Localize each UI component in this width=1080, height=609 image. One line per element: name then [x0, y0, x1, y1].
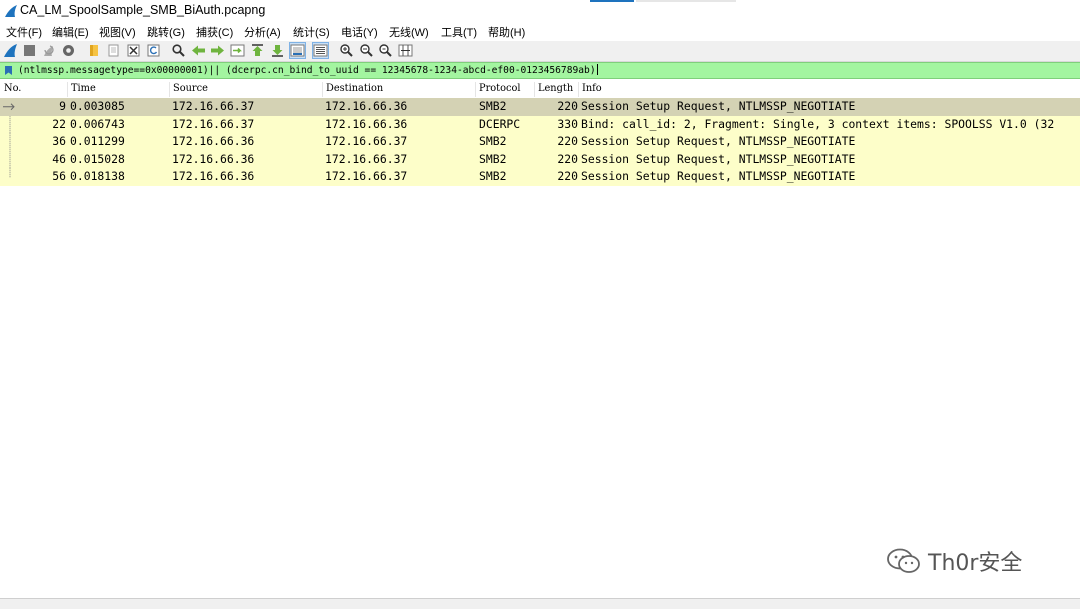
main-toolbar [0, 41, 1080, 62]
capture-options-gear-icon[interactable] [61, 43, 76, 58]
cell-source: 172.16.66.36 [172, 151, 255, 166]
cell-protocol: SMB2 [479, 151, 507, 166]
cell-info: Session Setup Request, NTLMSSP_NEGOTIATE [581, 99, 856, 113]
cell-destination: 172.16.66.37 [325, 134, 408, 148]
title-accent-strip [590, 0, 634, 2]
cell-info: Session Setup Request, NTLMSSP_NEGOTIATE [581, 151, 856, 166]
restart-capture-icon[interactable] [41, 43, 56, 58]
cell-source: 172.16.66.37 [172, 99, 255, 113]
menu-bar: 文件(F) 编辑(E) 视图(V) 跳转(G) 捕获(C) 分析(A) 统计(S… [0, 22, 1080, 41]
cell-source: 172.16.66.37 [172, 116, 255, 131]
packet-row[interactable]: 46 0.015028 172.16.66.36 172.16.66.37 SM… [0, 150, 1080, 168]
find-packet-icon[interactable] [171, 43, 186, 58]
wechat-icon [887, 548, 920, 573]
cell-no: 56 [52, 169, 66, 183]
cell-time: 0.003085 [70, 99, 125, 113]
cell-destination: 172.16.66.36 [325, 99, 408, 113]
related-packet-line-icon [9, 150, 11, 168]
selected-packet-arrow-icon [3, 103, 15, 111]
related-packet-line-icon [9, 133, 11, 151]
status-bar [0, 598, 1080, 609]
watermark-text: Th0r安全 [928, 551, 1023, 576]
cell-no: 36 [52, 134, 66, 148]
stop-square-icon[interactable] [22, 43, 37, 58]
menu-go[interactable]: 跳转(G) [147, 24, 185, 40]
related-packet-line-icon [9, 115, 11, 133]
menu-wireless[interactable]: 无线(W) [389, 24, 429, 40]
cell-length: 220 [557, 99, 578, 113]
cell-no: 9 [59, 99, 66, 113]
menu-capture[interactable]: 捕获(C) [196, 24, 233, 40]
cell-destination: 172.16.66.37 [325, 169, 408, 183]
zoom-reset-icon[interactable] [378, 43, 393, 58]
packet-list-header: No. Time Source Destination Protocol Len… [0, 81, 1080, 99]
menu-file[interactable]: 文件(F) [6, 24, 42, 40]
wireshark-logo-icon [5, 5, 17, 17]
cell-no: 46 [52, 151, 66, 166]
title-accent-strip-light [636, 0, 736, 2]
packet-row[interactable]: 22 0.006743 172.16.66.37 172.16.66.36 DC… [0, 115, 1080, 133]
cell-protocol: DCERPC [479, 116, 521, 131]
packet-list: 9 0.003085 172.16.66.37 172.16.66.36 SMB… [0, 98, 1080, 186]
reload-icon[interactable] [146, 43, 161, 58]
column-header-protocol[interactable]: Protocol [479, 83, 521, 94]
colorize-list-icon[interactable] [312, 42, 329, 59]
go-back-arrow-icon[interactable] [191, 43, 206, 58]
cell-info: Bind: call_id: 2, Fragment: Single, 3 co… [581, 116, 1055, 131]
cell-info: Session Setup Request, NTLMSSP_NEGOTIATE [581, 134, 856, 148]
packet-row[interactable]: 56 0.018138 172.16.66.36 172.16.66.37 SM… [0, 168, 1080, 186]
cell-protocol: SMB2 [479, 169, 507, 183]
cell-info: Session Setup Request, NTLMSSP_NEGOTIATE [581, 169, 856, 183]
menu-help[interactable]: 帮助(H) [488, 24, 525, 40]
cell-time: 0.015028 [70, 151, 125, 166]
menu-tools[interactable]: 工具(T) [441, 24, 477, 40]
packet-row[interactable]: 36 0.011299 172.16.66.36 172.16.66.37 SM… [0, 133, 1080, 151]
watermark: Th0r安全 [886, 546, 1022, 576]
menu-statistics[interactable]: 统计(S) [293, 24, 330, 40]
cell-protocol: SMB2 [479, 99, 507, 113]
bookmark-icon[interactable] [3, 65, 14, 76]
cell-time: 0.011299 [70, 134, 125, 148]
go-to-packet-icon[interactable] [230, 43, 245, 58]
cell-length: 220 [557, 151, 578, 166]
title-bar: CA_LM_SpoolSample_SMB_BiAuth.pcapng [0, 0, 1080, 22]
zoom-out-icon[interactable] [359, 43, 374, 58]
column-header-length[interactable]: Length [538, 83, 573, 94]
cell-length: 330 [557, 116, 578, 131]
column-header-time[interactable]: Time [71, 83, 96, 94]
menu-analyze[interactable]: 分析(A) [244, 24, 281, 40]
resize-columns-icon[interactable] [398, 43, 413, 58]
cell-time: 0.018138 [70, 169, 125, 183]
cell-destination: 172.16.66.37 [325, 151, 408, 166]
column-header-destination[interactable]: Destination [326, 83, 383, 94]
column-header-no[interactable]: No. [4, 83, 21, 94]
cell-source: 172.16.66.36 [172, 134, 255, 148]
related-packet-line-end-icon [9, 168, 11, 178]
cell-time: 0.006743 [70, 116, 125, 131]
cell-no: 22 [52, 116, 66, 131]
last-packet-icon[interactable] [270, 43, 285, 58]
first-packet-icon[interactable] [250, 43, 265, 58]
cell-source: 172.16.66.36 [172, 169, 255, 183]
shark-fin-start-icon[interactable] [3, 43, 18, 58]
cell-destination: 172.16.66.36 [325, 116, 408, 131]
go-forward-arrow-icon[interactable] [210, 43, 225, 58]
column-header-source[interactable]: Source [173, 83, 208, 94]
cell-length: 220 [557, 134, 578, 148]
column-header-info[interactable]: Info [582, 83, 602, 94]
menu-view[interactable]: 视图(V) [99, 24, 136, 40]
display-filter-bar[interactable]: (ntlmssp.messagetype==0x00000001)|| (dce… [0, 62, 1080, 79]
cell-protocol: SMB2 [479, 134, 507, 148]
display-filter-input[interactable]: (ntlmssp.messagetype==0x00000001)|| (dce… [18, 64, 598, 76]
auto-scroll-icon[interactable] [289, 42, 306, 59]
menu-edit[interactable]: 编辑(E) [52, 24, 89, 40]
close-file-icon[interactable] [126, 43, 141, 58]
packet-row[interactable]: 9 0.003085 172.16.66.37 172.16.66.36 SMB… [0, 98, 1080, 116]
menu-telephony[interactable]: 电话(Y) [341, 24, 378, 40]
window-title: CA_LM_SpoolSample_SMB_BiAuth.pcapng [20, 3, 266, 17]
save-file-icon[interactable] [106, 43, 121, 58]
zoom-in-icon[interactable] [339, 43, 354, 58]
open-folder-icon[interactable] [86, 43, 101, 58]
cell-length: 220 [557, 169, 578, 183]
